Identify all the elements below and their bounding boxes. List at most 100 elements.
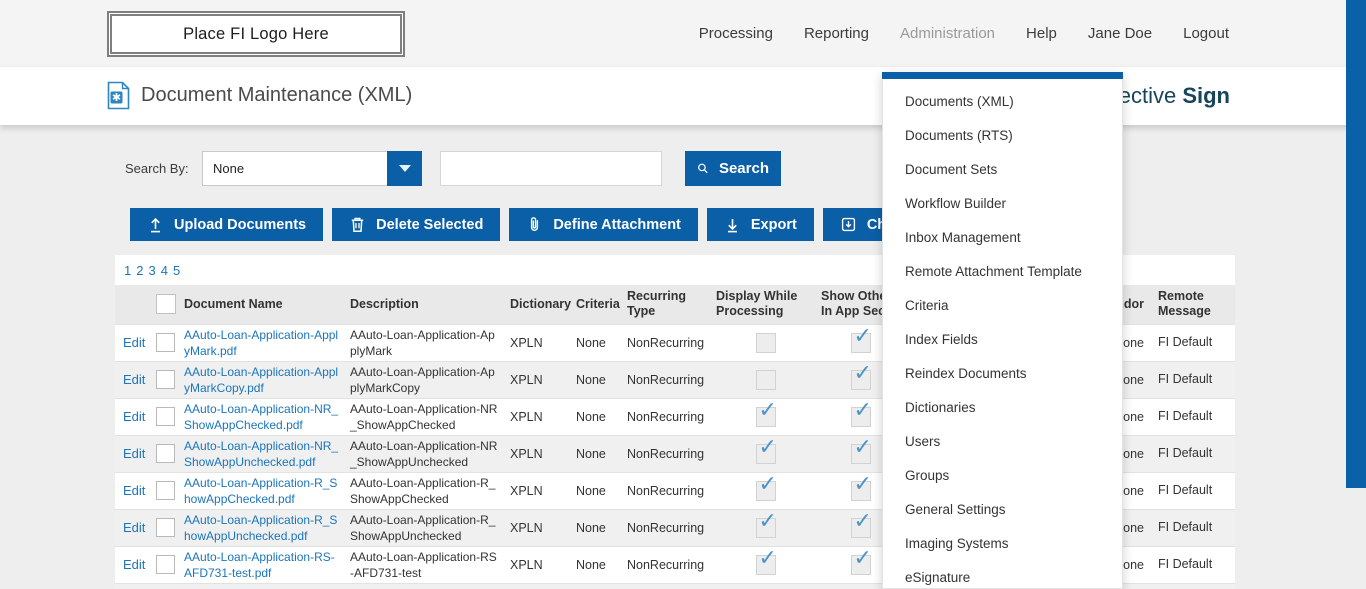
title-bar: ✱ Document Maintenance (XML) ective Sign <box>0 67 1366 125</box>
header-display-while-processing: Display While Processing <box>713 285 818 324</box>
define-attachment-button[interactable]: Define Attachment <box>509 208 698 241</box>
page-link-4[interactable]: 4 <box>161 263 168 278</box>
document-name-link[interactable]: AAuto-Loan-Application-ApplyMark.pdf <box>184 328 338 358</box>
search-input[interactable] <box>440 151 662 186</box>
menu-item-users[interactable]: Users <box>883 425 1122 459</box>
menu-item-inbox-management[interactable]: Inbox Management <box>883 221 1122 255</box>
header-description: Description <box>350 296 419 311</box>
menu-item-documents-xml[interactable]: Documents (XML) <box>883 85 1122 119</box>
display-while-processing-checkbox[interactable]: ✓ <box>755 546 777 575</box>
top-bar: Place FI Logo Here Processing Reporting … <box>0 0 1366 67</box>
document-name-link[interactable]: AAuto-Loan-Application-RS-AFD731-test.pd… <box>184 550 335 580</box>
page-link-2[interactable]: 2 <box>136 263 143 278</box>
search-icon <box>698 163 708 174</box>
show-other-checkbox[interactable]: ✓ <box>850 398 872 427</box>
nav-processing[interactable]: Processing <box>699 25 773 42</box>
delete-selected-button[interactable]: Delete Selected <box>332 208 501 241</box>
nav-help[interactable]: Help <box>1026 25 1057 42</box>
dictionary-cell: XPLN <box>510 483 543 498</box>
page-link-3[interactable]: 3 <box>148 263 155 278</box>
row-checkbox[interactable] <box>156 444 175 463</box>
check-mark: ✓ <box>853 472 872 496</box>
search-by-select[interactable]: None <box>202 151 422 186</box>
remote-message-cell: FI Default <box>1158 335 1213 349</box>
define-attachment-label: Define Attachment <box>553 216 681 233</box>
menu-item-document-sets[interactable]: Document Sets <box>883 153 1122 187</box>
document-name-link[interactable]: AAuto-Loan-Application-NR_ShowAppChecked… <box>184 402 338 432</box>
display-while-processing-checkbox[interactable] <box>755 369 776 390</box>
menu-item-criteria[interactable]: Criteria <box>883 289 1122 323</box>
menu-item-remote-attachment-template[interactable]: Remote Attachment Template <box>883 255 1122 289</box>
menu-item-workflow-builder[interactable]: Workflow Builder <box>883 187 1122 221</box>
search-by-label: Search By: <box>125 161 189 176</box>
search-button[interactable]: Search <box>685 151 781 186</box>
paperclip-icon <box>531 217 539 231</box>
page-link-5[interactable]: 5 <box>173 263 180 278</box>
document-name-link[interactable]: AAuto-Loan-Application-R_ShowAppUnchecke… <box>184 513 337 543</box>
page-title: Document Maintenance (XML) <box>141 84 413 106</box>
display-while-processing-checkbox[interactable]: ✓ <box>755 398 777 427</box>
delete-selected-label: Delete Selected <box>376 216 484 233</box>
menu-item-general-settings[interactable]: General Settings <box>883 493 1122 527</box>
header-edit <box>115 285 150 324</box>
menu-item-imaging-systems[interactable]: Imaging Systems <box>883 527 1122 561</box>
select-all-checkbox[interactable] <box>155 294 176 315</box>
edit-link[interactable]: Edit <box>123 409 145 424</box>
row-checkbox[interactable] <box>156 518 175 537</box>
description-cell: AAuto-Loan-Application-ApplyMarkCopy <box>350 364 495 395</box>
row-checkbox[interactable] <box>156 407 175 426</box>
upload-icon <box>151 217 160 233</box>
page-link-1[interactable]: 1 <box>124 263 131 278</box>
display-while-processing-checkbox[interactable]: ✓ <box>755 472 777 501</box>
menu-item-documents-rts[interactable]: Documents (RTS) <box>883 119 1122 153</box>
edit-link[interactable]: Edit <box>123 372 145 387</box>
menu-item-groups[interactable]: Groups <box>883 459 1122 493</box>
dictionary-cell: XPLN <box>510 520 543 535</box>
edit-link[interactable]: Edit <box>123 335 145 350</box>
show-other-checkbox[interactable]: ✓ <box>850 361 872 390</box>
export-button[interactable]: Export <box>706 208 814 241</box>
display-while-processing-checkbox[interactable] <box>755 332 776 353</box>
show-other-checkbox[interactable]: ✓ <box>850 435 872 464</box>
check-mark: ✓ <box>758 398 777 422</box>
nav-reporting[interactable]: Reporting <box>804 25 869 42</box>
edit-link[interactable]: Edit <box>123 520 145 535</box>
criteria-cell: None <box>576 372 606 387</box>
check-mark: ✓ <box>853 324 872 348</box>
document-name-link[interactable]: AAuto-Loan-Application-R_ShowAppChecked.… <box>184 476 337 506</box>
recurring-type-cell <box>624 583 713 589</box>
show-other-checkbox[interactable]: ✓ <box>850 472 872 501</box>
check-mark: ✓ <box>853 398 872 422</box>
document-name-link[interactable]: AAuto-Loan-Application-NR_ShowAppUncheck… <box>184 439 338 469</box>
dictionary-cell: XPLN <box>510 335 543 350</box>
upload-documents-button[interactable]: Upload Documents <box>130 208 324 241</box>
nav-logout[interactable]: Logout <box>1183 25 1229 42</box>
row-checkbox[interactable] <box>156 555 175 574</box>
show-other-checkbox[interactable]: ✓ <box>850 324 872 353</box>
select-dropdown-button[interactable] <box>387 151 422 186</box>
row-checkbox[interactable] <box>156 333 175 352</box>
edit-link[interactable]: Edit <box>123 446 145 461</box>
menu-item-dictionaries[interactable]: Dictionaries <box>883 391 1122 425</box>
display-while-processing-checkbox[interactable]: ✓ <box>755 435 777 464</box>
nav-user-jane-doe[interactable]: Jane Doe <box>1088 25 1152 42</box>
row-checkbox[interactable] <box>156 481 175 500</box>
edit-link[interactable]: Edit <box>123 557 145 572</box>
check-mark: ✓ <box>853 361 872 385</box>
row-checkbox[interactable] <box>156 370 175 389</box>
document-name-link[interactable]: AAuto-Loan-Application-ApplyMarkCopy.pdf <box>184 365 338 395</box>
show-other-checkbox[interactable]: ✓ <box>850 509 872 538</box>
edit-link[interactable]: Edit <box>123 483 145 498</box>
menu-item-reindex-documents[interactable]: Reindex Documents <box>883 357 1122 391</box>
right-side-panel-strip[interactable] <box>1346 0 1366 488</box>
description-cell: AAuto-Loan-Application-RS <box>347 583 505 589</box>
show-other-checkbox[interactable]: ✓ <box>850 546 872 575</box>
description-cell: AAuto-Loan-Application-RS-AFD731-test <box>350 549 497 580</box>
nav-administration[interactable]: Administration <box>900 25 995 42</box>
check-mark: ✓ <box>758 509 777 533</box>
recurring-type-cell: NonRecurring <box>627 483 705 498</box>
menu-item-esignature[interactable]: eSignature <box>883 561 1122 589</box>
display-while-processing-checkbox[interactable]: ✓ <box>755 509 777 538</box>
main-nav: Processing Reporting Administration Help… <box>699 0 1229 67</box>
menu-item-index-fields[interactable]: Index Fields <box>883 323 1122 357</box>
